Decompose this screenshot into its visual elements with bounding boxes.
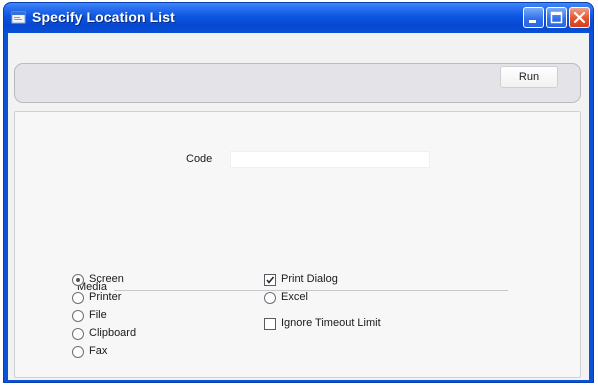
- run-button[interactable]: Run: [500, 66, 558, 88]
- window-client-area: Run Code Media Screen Printer File Clipb…: [8, 33, 589, 380]
- radio-button[interactable]: [72, 292, 84, 304]
- code-label: Code: [186, 153, 213, 165]
- media-option-label: Screen: [89, 273, 124, 285]
- title-bar[interactable]: Specify Location List: [4, 3, 593, 33]
- media-option-label: Excel: [281, 291, 308, 303]
- radio-button[interactable]: [72, 328, 84, 340]
- media-option-label: Printer: [89, 291, 122, 303]
- close-icon: [573, 11, 586, 24]
- minimize-icon: [529, 20, 536, 23]
- print-dialog-label: Print Dialog: [281, 273, 338, 285]
- code-input[interactable]: [230, 151, 430, 168]
- radio-selected-dot: [76, 278, 80, 282]
- print-dialog-checkbox[interactable]: [264, 274, 276, 286]
- radio-button[interactable]: [72, 346, 84, 358]
- media-option-label: File: [89, 309, 107, 321]
- close-button[interactable]: [569, 7, 590, 28]
- app-window-icon: [11, 11, 26, 24]
- ignore-timeout-label: Ignore Timeout Limit: [281, 317, 381, 329]
- radio-button[interactable]: [264, 292, 276, 304]
- radio-button[interactable]: [72, 310, 84, 322]
- radio-button[interactable]: [72, 274, 84, 286]
- minimize-button[interactable]: [523, 7, 544, 28]
- maximize-icon: [550, 11, 563, 24]
- maximize-button[interactable]: [546, 7, 567, 28]
- window-title: Specify Location List: [32, 9, 175, 25]
- button-bar: [14, 63, 581, 103]
- media-group-divider: [114, 290, 508, 291]
- dialog-window: Specify Location List Run Code Media Scr…: [3, 2, 594, 383]
- media-option-label: Clipboard: [89, 327, 137, 339]
- checkmark-icon: [266, 276, 275, 284]
- ignore-timeout-checkbox[interactable]: [264, 318, 276, 330]
- media-option-label: Fax: [89, 345, 108, 357]
